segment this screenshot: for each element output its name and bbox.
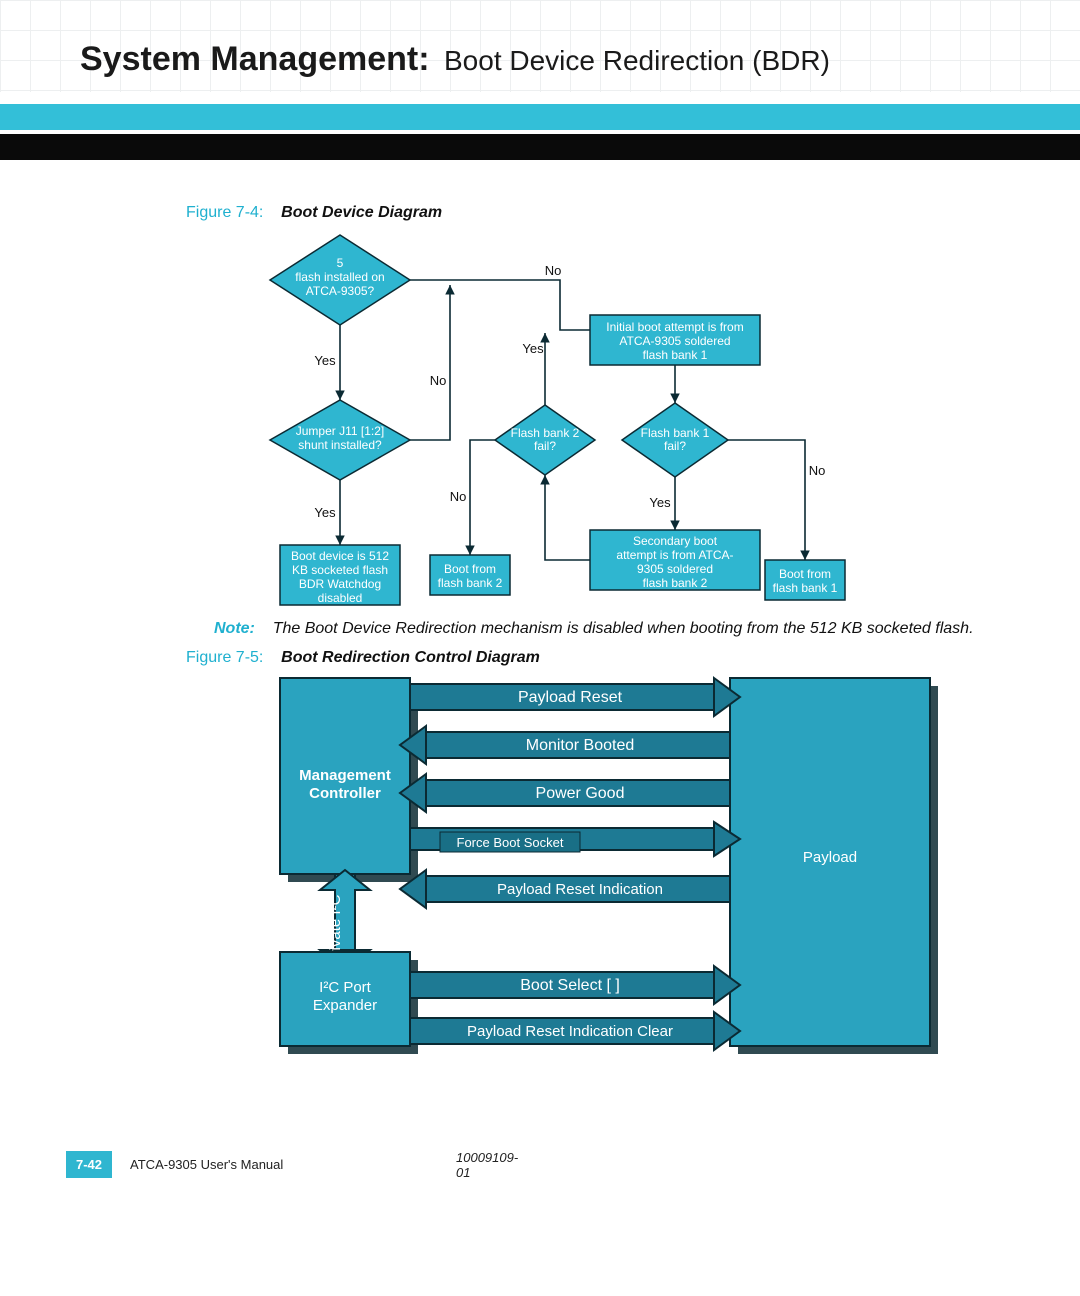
svg-text:fail?: fail? [664, 439, 686, 453]
svg-text:Power Good: Power Good [536, 785, 625, 802]
svg-text:fail?: fail? [534, 439, 556, 453]
svg-text:Boot Select [ ]: Boot Select [ ] [520, 977, 620, 994]
svg-text:Initial boot attempt is from: Initial boot attempt is from [606, 320, 743, 334]
svg-text:Yes: Yes [314, 505, 336, 520]
svg-text:Force Boot Socket: Force Boot Socket [457, 835, 564, 850]
process-secondary-boot: Secondary boot attempt is from ATCA- 930… [590, 530, 760, 590]
svg-text:I²C Port: I²C Port [319, 979, 372, 996]
svg-text:5: 5 [337, 256, 344, 270]
svg-text:Payload: Payload [803, 849, 857, 866]
svg-text:BDR Watchdog: BDR Watchdog [299, 577, 381, 591]
svg-text:Secondary boot: Secondary boot [633, 534, 718, 548]
svg-text:Boot from: Boot from [779, 567, 831, 581]
svg-text:flash bank 1: flash bank 1 [773, 581, 838, 595]
svg-text:Boot from: Boot from [444, 562, 496, 576]
figure-7-4-flowchart: 5 flash installed on ATCA-9305? No Yes I… [250, 225, 950, 625]
svg-text:disabled: disabled [318, 591, 363, 605]
svg-text:Payload Reset: Payload Reset [518, 689, 623, 706]
svg-text:No: No [545, 263, 562, 278]
title-bold: System Management: [80, 40, 430, 78]
note-line: Note: The Boot Device Redirection mechan… [214, 620, 974, 638]
svg-text:No: No [430, 373, 447, 388]
signal-monitor-booted: Monitor Booted [400, 726, 730, 764]
process-boot-bank2: Boot from flash bank 2 [430, 555, 510, 595]
manual-name: ATCA-9305 User's Manual [130, 1157, 283, 1172]
svg-text:flash bank 1: flash bank 1 [643, 348, 708, 362]
svg-text:Boot device is 512: Boot device is 512 [291, 549, 389, 563]
doc-number: 10009109-01 [456, 1150, 518, 1180]
process-boot-socketed: Boot device is 512 KB socketed flash BDR… [280, 545, 400, 605]
decision-socketed-flash: 5 flash installed on ATCA-9305? [270, 235, 410, 325]
decision-bank2-fail: Flash bank 2 fail? [495, 405, 595, 475]
block-payload: Payload [730, 678, 930, 1046]
svg-text:Expander: Expander [313, 997, 377, 1014]
svg-text:Management: Management [299, 767, 391, 784]
block-i2c-port-expander: I²C Port Expander [280, 952, 410, 1046]
svg-text:Payload Reset Indication Clear: Payload Reset Indication Clear [467, 1023, 673, 1040]
header-bar-cyan [0, 104, 1080, 130]
process-initial-boot: Initial boot attempt is from ATCA-9305 s… [590, 315, 760, 365]
process-boot-bank1: Boot from flash bank 1 [765, 560, 845, 600]
svg-text:flash bank 2: flash bank 2 [438, 576, 503, 590]
svg-text:Controller: Controller [309, 785, 381, 802]
figure-7-4-label: Figure 7-4: Boot Device Diagram [186, 204, 442, 222]
svg-text:9305 soldered: 9305 soldered [637, 562, 713, 576]
signal-boot-select: Boot Select [ ] [410, 966, 740, 1004]
decision-bank1-fail: Flash bank 1 fail? [622, 403, 728, 477]
svg-text:Flash bank 1: Flash bank 1 [641, 426, 710, 440]
header-bar-black [0, 134, 1080, 160]
decision-jumper: Jumper J11 [1:2] shunt installed? [270, 400, 410, 480]
signal-payload-reset-indication-clear: Payload Reset Indication Clear [410, 1012, 740, 1050]
svg-text:Monitor Booted: Monitor Booted [526, 737, 635, 754]
svg-text:No: No [809, 463, 826, 478]
figure-7-5-label: Figure 7-5: Boot Redirection Control Dia… [186, 649, 540, 667]
svg-text:shunt installed?: shunt installed? [298, 438, 382, 452]
signal-power-good: Power Good [400, 774, 730, 812]
svg-text:Yes: Yes [314, 353, 336, 368]
svg-text:ATCA-9305 soldered: ATCA-9305 soldered [619, 334, 730, 348]
svg-text:flash installed on: flash installed on [295, 270, 384, 284]
svg-text:attempt is from ATCA-: attempt is from ATCA- [616, 548, 733, 562]
figure-7-5-diagram: Management Controller Private I²C I²C Po… [270, 670, 950, 1070]
block-management-controller: Management Controller [280, 678, 410, 874]
svg-text:Jumper J11 [1:2]: Jumper J11 [1:2] [296, 424, 385, 438]
svg-text:Flash bank 2: Flash bank 2 [511, 426, 580, 440]
signal-force-boot-socket: Force Boot Socket [410, 822, 740, 856]
svg-text:ATCA-9305?: ATCA-9305? [306, 284, 375, 298]
svg-text:Yes: Yes [522, 341, 544, 356]
signal-payload-reset: Payload Reset [410, 678, 740, 716]
svg-text:Yes: Yes [649, 495, 671, 510]
footer: 7-42 ATCA-9305 User's Manual 10009109-01 [66, 1151, 283, 1178]
svg-text:Payload Reset Indication: Payload Reset Indication [497, 881, 663, 898]
signal-payload-reset-indication: Payload Reset Indication [400, 870, 730, 908]
svg-text:No: No [450, 489, 467, 504]
title-rest: Boot Device Redirection (BDR) [444, 45, 830, 76]
svg-text:flash bank 2: flash bank 2 [643, 576, 708, 590]
page-title: System Management: Boot Device Redirecti… [80, 40, 1040, 79]
page-number: 7-42 [66, 1151, 112, 1178]
svg-text:KB socketed flash: KB socketed flash [292, 563, 388, 577]
